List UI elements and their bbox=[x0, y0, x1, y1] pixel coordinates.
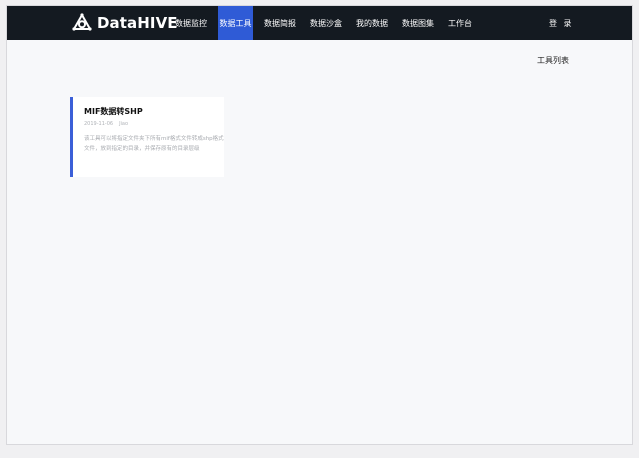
nav-item-atlas[interactable]: 数据图集 bbox=[399, 6, 437, 40]
nav-item-briefing[interactable]: 数据简报 bbox=[261, 6, 299, 40]
nav-item-sandbox[interactable]: 数据沙盒 bbox=[307, 6, 345, 40]
brand-logo[interactable]: DataHIVE bbox=[71, 10, 178, 36]
nav-item-workbench[interactable]: 工作台 bbox=[445, 6, 475, 40]
tool-card-meta: 2019-11-06 Jiao bbox=[84, 121, 224, 128]
tool-card-title: MIF数据转SHP bbox=[84, 107, 143, 116]
triangle-hive-logo-icon bbox=[72, 13, 92, 31]
nav-item-monitor[interactable]: 数据监控 bbox=[172, 6, 210, 40]
nav-item-my-data[interactable]: 我的数据 bbox=[353, 6, 391, 40]
tool-card-author: Jiao bbox=[119, 121, 129, 127]
brand-name: DataHIVE bbox=[97, 14, 178, 32]
app-window: DataHIVE 数据监控 数据工具 数据简报 数据沙盒 我的数据 数据图集 工… bbox=[6, 5, 633, 445]
tool-card[interactable]: MIF数据转SHP 2019-11-06 Jiao 该工具可以将指定文件夹下所有m… bbox=[70, 97, 224, 177]
main-nav: 数据监控 数据工具 数据简报 数据沙盒 我的数据 数据图集 工作台 bbox=[172, 6, 483, 40]
tool-card-date: 2019-11-06 bbox=[84, 121, 114, 127]
tool-list-title: 工具列表 bbox=[537, 56, 569, 65]
tool-card-description: 该工具可以将指定文件夹下所有mif格式文件转成shp格式文件，放到指定的目录，并… bbox=[84, 136, 224, 152]
login-button[interactable]: 登 录 bbox=[549, 6, 574, 40]
top-navbar: DataHIVE 数据监控 数据工具 数据简报 数据沙盒 我的数据 数据图集 工… bbox=[7, 6, 632, 40]
nav-item-tools[interactable]: 数据工具 bbox=[218, 6, 253, 40]
